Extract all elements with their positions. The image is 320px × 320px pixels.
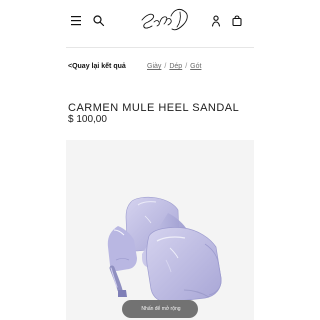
breadcrumb-dep-link[interactable]: Dép	[169, 63, 182, 70]
header-divider	[66, 47, 254, 48]
breadcrumb-separator: /	[185, 63, 188, 70]
product-price: $ 100,00	[68, 114, 107, 125]
sandal-image	[66, 140, 254, 320]
product-image-container[interactable]	[66, 140, 254, 320]
breadcrumb-got-link[interactable]: Gót	[190, 63, 201, 70]
brand-logo[interactable]	[126, 0, 196, 44]
site-header	[66, 0, 254, 44]
breadcrumb-giay-link[interactable]: Giày	[147, 63, 161, 70]
account-icon[interactable]	[209, 14, 223, 28]
back-to-results-link[interactable]: <Quay lại kết quả	[68, 63, 126, 70]
tap-to-zoom-button[interactable]: Nhấn để mở rộng	[122, 300, 198, 318]
tap-to-zoom-label: Nhấn để mở rộng	[141, 306, 181, 312]
breadcrumb-nav: <Quay lại kết quả Giày / Dép / Gót	[68, 61, 254, 73]
menu-icon[interactable]	[70, 14, 84, 28]
bag-icon[interactable]	[230, 14, 244, 28]
breadcrumb: Giày / Dép / Gót	[147, 61, 201, 73]
product-page: <Quay lại kết quả Giày / Dép / Gót CARMEN MU…	[0, 0, 320, 320]
search-icon[interactable]	[92, 14, 106, 28]
